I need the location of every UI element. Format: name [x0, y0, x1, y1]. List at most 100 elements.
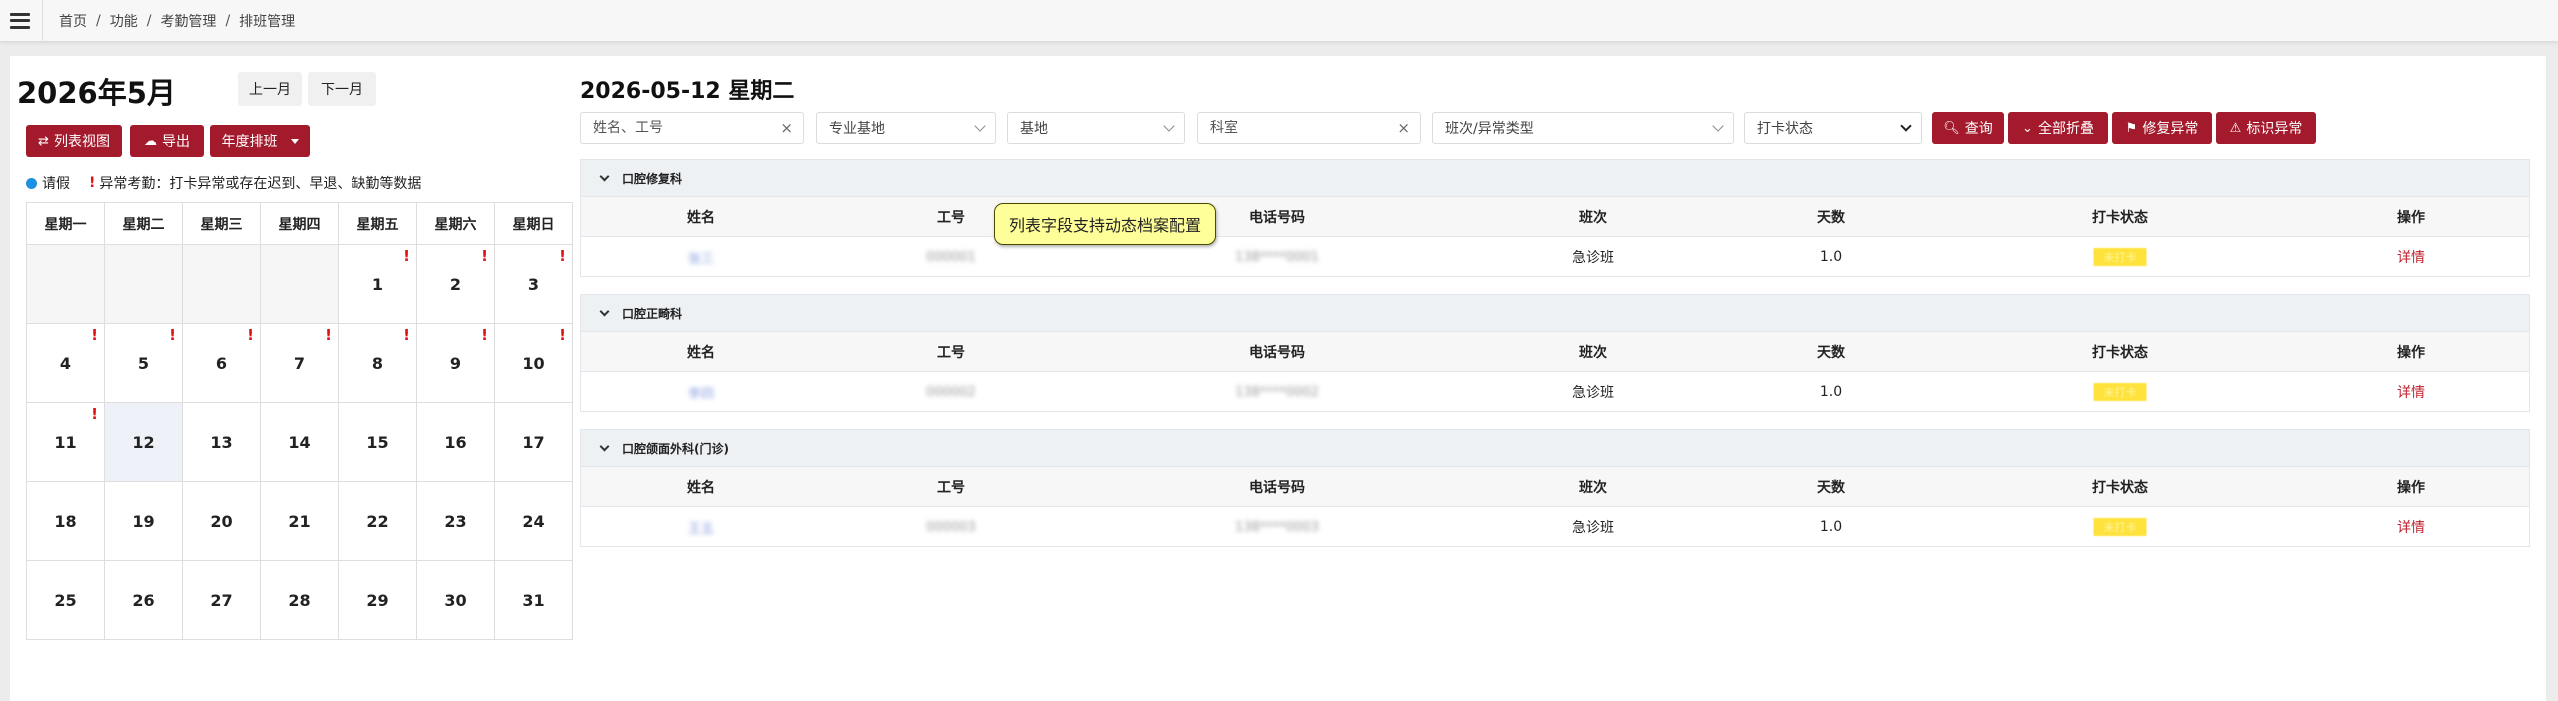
col-shift-header: 班次: [1579, 210, 1607, 226]
cloud-download-icon: ☁: [144, 133, 157, 149]
calendar-day-cell[interactable]: 7!: [261, 324, 339, 403]
chevron-down-icon: [1900, 120, 1912, 132]
breadcrumb-function[interactable]: 功能: [110, 11, 138, 31]
calendar-day-cell[interactable]: 19: [105, 482, 183, 561]
col-phone: 138****0001: [1235, 237, 1319, 277]
calendar-day-cell[interactable]: 17: [495, 403, 573, 482]
calendar-day-cell[interactable]: 13: [183, 403, 261, 482]
base-select[interactable]: 基地: [1007, 112, 1185, 144]
breadcrumb: 首页 / 功能 / 考勤管理 / 排班管理: [59, 11, 295, 31]
dept-input-wrap[interactable]: ×: [1197, 112, 1421, 144]
shift-type-select[interactable]: 班次/异常类型: [1432, 112, 1734, 144]
calendar-day-cell[interactable]: 12: [105, 403, 183, 482]
calendar-empty-cell: [261, 245, 339, 324]
calendar-day-cell[interactable]: 28: [261, 561, 339, 640]
calendar-day-cell[interactable]: 16: [417, 403, 495, 482]
calendar-day-cell[interactable]: 14: [261, 403, 339, 482]
calendar-day-cell[interactable]: 11!: [27, 403, 105, 482]
divider: [42, 0, 43, 42]
col-status: 未打卡: [2093, 372, 2147, 412]
breadcrumb-attendance[interactable]: 考勤管理: [160, 11, 216, 31]
section-header[interactable]: 口腔正畸科: [580, 294, 2530, 332]
col-status-header: 打卡状态: [2092, 345, 2148, 361]
hamburger-menu-icon[interactable]: [10, 12, 30, 29]
query-button[interactable]: 🔍︎ 查询: [1932, 112, 2004, 144]
table-row: 张三 000001 138****0001 急诊班 1.0 未打卡 详情: [580, 237, 2530, 277]
detail-link[interactable]: 详情: [2397, 247, 2425, 267]
calendar-day-cell[interactable]: 3!: [495, 245, 573, 324]
col-name: 王五: [688, 507, 714, 547]
collapse-all-button[interactable]: ⌄ 全部折叠: [2008, 112, 2108, 144]
calendar-day-cell[interactable]: 1!: [339, 245, 417, 324]
calendar-day-cell[interactable]: 31: [495, 561, 573, 640]
calendar-day-number: 9: [449, 353, 462, 373]
col-status-header: 打卡状态: [2092, 480, 2148, 496]
clear-icon[interactable]: ×: [780, 119, 793, 137]
calendar-day-cell[interactable]: 27: [183, 561, 261, 640]
person-name-link[interactable]: 王五: [688, 518, 714, 537]
calendar-day-cell[interactable]: 21: [261, 482, 339, 561]
abnormal-exclamation-icon: !: [169, 326, 176, 344]
detail-link[interactable]: 详情: [2397, 517, 2425, 537]
person-name-link[interactable]: 张三: [688, 248, 714, 267]
mark-abnormal-button[interactable]: ⚠ 标识异常: [2216, 112, 2316, 144]
col-phone-header: 电话号码: [1249, 210, 1305, 226]
calendar-day-number: 14: [288, 432, 311, 452]
calendar-day-cell[interactable]: 22: [339, 482, 417, 561]
base-select-value: 基地: [1020, 121, 1048, 137]
calendar-empty-cell: [105, 245, 183, 324]
calendar-day-cell[interactable]: 4!: [27, 324, 105, 403]
table-header: 姓名 工号 电话号码 班次 天数 打卡状态 操作: [580, 197, 2530, 237]
calendar-day-number: 2: [449, 274, 462, 294]
calendar-day-cell[interactable]: 23: [417, 482, 495, 561]
section-title: 口腔修复科: [622, 171, 683, 186]
calendar-day-number: 18: [54, 511, 77, 531]
calendar-grid: 星期一 星期二 星期三 星期四 星期五 星期六 星期日 1! 2! 3! 4! 5! 6! 7! 8! 9! 1…: [26, 202, 573, 640]
calendar-day-cell[interactable]: 9!: [417, 324, 495, 403]
calendar-day-number: 17: [522, 432, 545, 452]
employee-id: 000001: [926, 249, 976, 265]
calendar-day-cell[interactable]: 25: [27, 561, 105, 640]
col-id-header: 工号: [937, 480, 965, 496]
calendar-day-cell[interactable]: 29: [339, 561, 417, 640]
calendar-day-cell[interactable]: 2!: [417, 245, 495, 324]
name-search-input-wrap[interactable]: ×: [580, 112, 804, 144]
major-base-select[interactable]: 专业基地: [816, 112, 996, 144]
calendar-day-cell[interactable]: 20: [183, 482, 261, 561]
col-phone: 138****0002: [1235, 372, 1319, 412]
calendar-day-number: 8: [371, 353, 384, 373]
calendar-day-cell[interactable]: 24: [495, 482, 573, 561]
fix-abnormal-button[interactable]: ⚑ 修复异常: [2112, 112, 2212, 144]
calendar-day-cell[interactable]: 6!: [183, 324, 261, 403]
clear-icon[interactable]: ×: [1397, 119, 1410, 137]
col-id-header: 工号: [937, 210, 965, 226]
calendar-day-cell[interactable]: 5!: [105, 324, 183, 403]
section-header[interactable]: 口腔颌面外科(门诊): [580, 429, 2530, 467]
yearly-schedule-dropdown[interactable]: 年度排班: [210, 125, 310, 157]
section-header[interactable]: 口腔修复科: [580, 159, 2530, 197]
calendar-day-cell[interactable]: 15: [339, 403, 417, 482]
clock-status-select[interactable]: 打卡状态: [1744, 112, 1922, 144]
next-month-button[interactable]: 下一月: [308, 72, 376, 106]
calendar-day-cell[interactable]: 8!: [339, 324, 417, 403]
weekday-header: 星期五: [339, 203, 417, 245]
calendar-day-number: 5: [137, 353, 150, 373]
dept-input[interactable]: [1210, 120, 1420, 136]
name-search-input[interactable]: [593, 120, 803, 136]
query-label: 查询: [1964, 121, 1993, 137]
col-phone-header: 电话号码: [1249, 345, 1305, 361]
calendar-day-cell[interactable]: 18: [27, 482, 105, 561]
calendar-day-cell[interactable]: 30: [417, 561, 495, 640]
prev-month-button[interactable]: 上一月: [238, 72, 302, 106]
calendar-day-number: 30: [444, 590, 467, 610]
weekday-header: 星期四: [261, 203, 339, 245]
warning-triangle-icon: ⚠: [2229, 120, 2242, 136]
list-view-button[interactable]: ⇄ 列表视图: [26, 125, 122, 157]
detail-link[interactable]: 详情: [2397, 382, 2425, 402]
export-button[interactable]: ☁ 导出: [130, 125, 204, 157]
calendar-day-cell[interactable]: 10!: [495, 324, 573, 403]
calendar-day-cell[interactable]: 26: [105, 561, 183, 640]
col-name-header: 姓名: [687, 345, 715, 361]
breadcrumb-home[interactable]: 首页: [59, 11, 87, 31]
person-name-link[interactable]: 李四: [688, 383, 714, 402]
